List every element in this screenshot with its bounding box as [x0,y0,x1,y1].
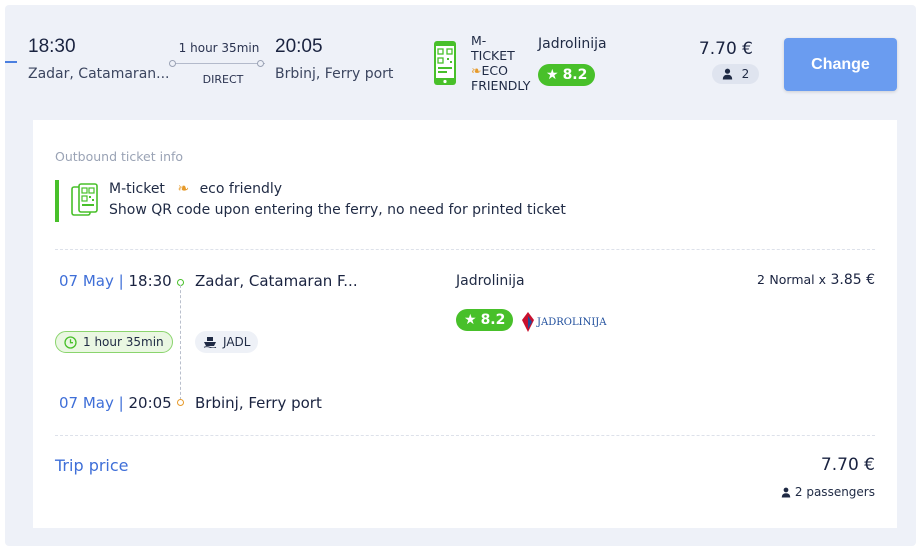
segment-departure-datetime: 07 May | 18:30 [59,272,172,290]
segment-duration: 1 hour 35min [83,335,164,349]
trip-passenger-count: 2 passengers [794,485,875,499]
qr-phone-icon [71,183,98,216]
trip-price-total: 7.70 € [820,455,875,475]
segment-rating-badge: ★ 8.2 [456,309,514,331]
duration-line [173,63,265,64]
leaf-icon: ❧ [177,181,190,197]
passenger-count: 2 [741,67,750,81]
ship-icon [203,337,217,348]
operator-name: Jadrolinija [538,36,607,52]
logo-text: JADROLINIJA [536,317,607,328]
trip-card: 18:30 Zadar, Catamaran... 1 hour 35min D… [5,5,916,546]
fare-breakdown: 2 Normal x 3.85 € [757,272,875,288]
departure-time: 18:30 [28,36,76,57]
divider [55,435,875,436]
arrival-place: Brbinj, Ferry port [275,66,394,82]
segment-arrival-place: Brbinj, Ferry port [195,394,322,412]
arrival-date: 07 May [59,394,114,412]
fare-type: Normal x [769,272,827,287]
eco-label: eco friendly [199,181,283,197]
mticket-label: M-ticket [109,181,165,197]
mticket-line-1: M- [471,33,487,48]
trip-duration: 1 hour 35min [178,41,260,55]
duration-start-dot [169,60,176,67]
eco-text: ECO [481,63,508,78]
rating-value: 8.2 [562,67,588,83]
segment-rating-value: 8.2 [480,312,506,328]
friendly-line: FRIENDLY [471,78,531,93]
person-icon [781,487,791,497]
direct-label: DIRECT [202,73,244,86]
fare-price: 3.85 € [830,272,875,288]
star-icon: ★ [464,312,477,328]
mticket-info: M-ticket ❧ eco friendly Show QR code upo… [55,180,566,222]
leaf-icon: ❧ [471,63,482,78]
selection-indicator [5,61,17,63]
departure-place: Zadar, Catamaran... [28,66,170,82]
trip-passengers: 2 passengers [781,485,875,499]
departure-date: 07 May [59,272,114,290]
passenger-count-badge: 2 [712,64,759,84]
mticket-line-2: TICKET [471,48,515,63]
mticket-label-row: M-ticket ❧ eco friendly [109,181,282,197]
star-icon: ★ [546,67,559,83]
departure-time: 18:30 [128,272,172,290]
segment-departure-place: Zadar, Catamaran F... [195,272,358,290]
segment-operator: Jadrolinija [456,273,525,289]
change-button[interactable]: Change [784,38,897,91]
vessel-pill: JADL [195,331,259,353]
trip-price-summary: 7.70 € [698,39,753,59]
mobile-ticket-icon [434,41,456,85]
segment-arrival-datetime: 07 May | 20:05 [59,394,172,412]
trip-price-label: Trip price [55,456,129,475]
mticket-note: Show QR code upon entering the ferry, no… [109,202,566,218]
mticket-eco-label: M- TICKET ❧ECO FRIENDLY [471,33,543,93]
segment-duration-pill: 1 hour 35min [55,331,173,353]
date-separator: | [118,394,124,412]
fare-count: 2 [757,272,765,287]
section-title: Outbound ticket info [55,149,184,164]
arrival-time: 20:05 [128,394,172,412]
arrival-dot [177,399,184,406]
clock-icon [64,335,77,349]
arrival-time: 20:05 [275,36,323,57]
jadrolinija-logo: JADROLINIJA [522,312,607,332]
segment-timeline [180,285,181,400]
duration-end-dot [257,60,264,67]
eco-line: ❧ECO [471,63,543,78]
person-icon [722,68,732,80]
rating-badge: ★ 8.2 [538,64,596,86]
date-separator: | [118,272,124,290]
divider [55,249,875,250]
ticket-details-panel: Outbound ticket info M-ticket ❧ eco frie… [33,120,897,528]
vessel-code: JADL [223,335,251,349]
